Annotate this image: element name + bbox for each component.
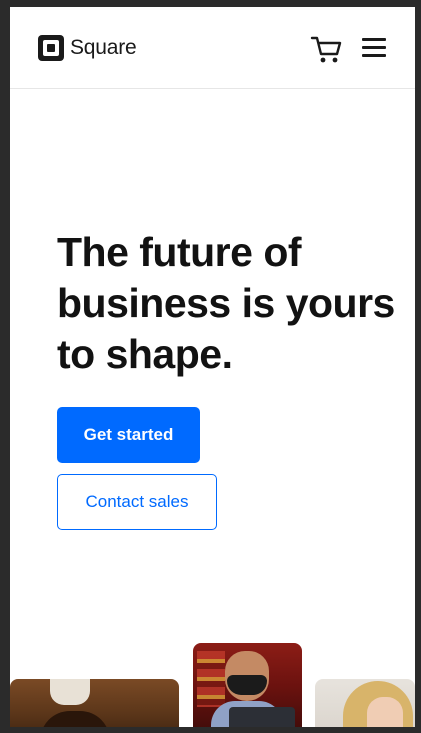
hamburger-menu-icon[interactable]: [360, 36, 388, 60]
brand-logo-link[interactable]: Square: [38, 35, 137, 61]
page-viewport: Square The future of business is yours t…: [10, 7, 415, 727]
hero-title: The future of business is yours to shape…: [57, 229, 395, 377]
photo-lamp-shape: [50, 679, 90, 705]
photo-laptop: [229, 707, 295, 727]
photo-face-mask: [227, 675, 267, 695]
brand-name: Square: [70, 36, 137, 59]
hero-photo-workshop: [10, 679, 179, 727]
square-logo-icon: [38, 35, 64, 61]
photo-person-silhouette: [40, 711, 110, 727]
get-started-button[interactable]: Get started: [57, 407, 200, 463]
contact-sales-button[interactable]: Contact sales: [57, 474, 217, 530]
menu-bar-top: [362, 38, 386, 41]
photo-face-shape: [367, 697, 403, 727]
shopping-cart-icon[interactable]: [310, 32, 344, 66]
menu-bar-middle: [362, 46, 386, 49]
hero-photo-shop-owner: [193, 643, 302, 727]
menu-bar-bottom: [362, 54, 386, 57]
site-header: Square: [10, 7, 415, 89]
photo-shelf-shape: [197, 651, 225, 707]
hero-photo-woman: [315, 679, 415, 727]
